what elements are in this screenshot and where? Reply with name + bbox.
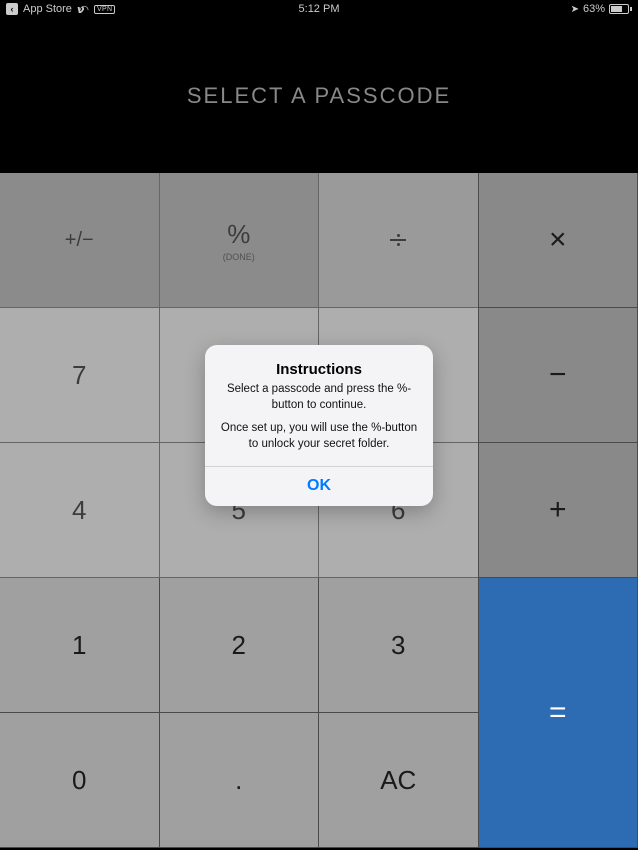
calculator-keypad: +/− % (DONE) × 7 8 9 − 4 5 6 + 1 2 3 = 0… [0, 173, 638, 848]
key-plusminus[interactable]: +/− [0, 173, 160, 308]
key-ac[interactable]: AC [319, 713, 479, 848]
key-1[interactable]: 1 [0, 578, 160, 713]
page-title: SELECT A PASSCODE [187, 83, 451, 109]
status-left: ‹ App Store 𝞶 ◠ VPN [6, 3, 115, 16]
back-chevron-icon[interactable]: ‹ [6, 3, 18, 15]
status-bar: ‹ App Store 𝞶 ◠ VPN 5:12 PM ➤ 63% [0, 0, 638, 18]
key-decimal[interactable]: . [160, 713, 320, 848]
key-minus[interactable]: − [479, 308, 638, 443]
key-3[interactable]: 3 [319, 578, 479, 713]
header: SELECT A PASSCODE [0, 18, 638, 173]
key-0[interactable]: 0 [0, 713, 160, 848]
vpn-indicator: VPN [94, 5, 115, 14]
divide-icon [390, 234, 406, 246]
alert-title: Instructions [219, 361, 419, 378]
key-divide[interactable] [319, 173, 479, 308]
battery-percent: 63% [583, 3, 605, 15]
status-back-label[interactable]: App Store [23, 3, 72, 15]
key-percent-done[interactable]: % (DONE) [160, 173, 320, 308]
battery-icon [609, 4, 632, 14]
alert-ok-button[interactable]: OK [205, 467, 433, 506]
key-2[interactable]: 2 [160, 578, 320, 713]
status-time: 5:12 PM [299, 3, 340, 15]
location-icon: ➤ [571, 4, 579, 15]
key-7[interactable]: 7 [0, 308, 160, 443]
alert-message: Select a passcode and press the %-button… [219, 382, 419, 452]
key-plus[interactable]: + [479, 443, 638, 578]
key-equals[interactable]: = [479, 578, 638, 848]
status-right: ➤ 63% [571, 3, 632, 15]
instructions-alert: Instructions Select a passcode and press… [205, 345, 433, 506]
key-4[interactable]: 4 [0, 443, 160, 578]
key-multiply[interactable]: × [479, 173, 638, 308]
wifi-icon: ◠ [79, 3, 89, 16]
